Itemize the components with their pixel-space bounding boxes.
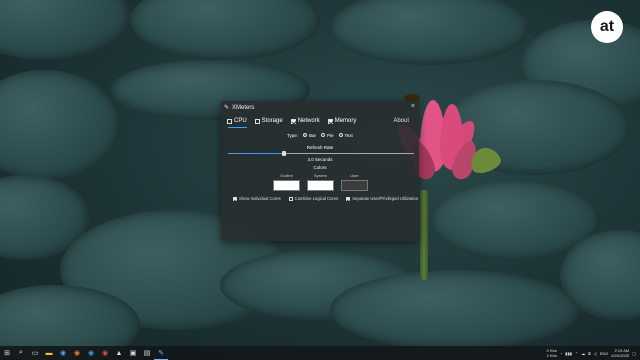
cpu-meter-icon[interactable]: ▮▮▮ <box>565 351 572 356</box>
language-indicator[interactable]: ENG <box>600 351 609 356</box>
slider-fill <box>228 153 284 154</box>
type-option-pie[interactable]: Pie <box>321 133 334 138</box>
window-title: XMeters <box>232 104 255 111</box>
separate-user-privileged-label: Separate User/Privileged Utilization <box>352 196 419 201</box>
file-explorer-icon[interactable]: ▬ <box>42 346 56 360</box>
xmeters-settings-window: ✎ XMeters × CPU Storage Network Memory A… <box>221 101 419 241</box>
store-icon[interactable]: ▤ <box>140 346 154 360</box>
slider-thumb[interactable] <box>281 151 286 156</box>
pie-radio[interactable] <box>321 133 326 137</box>
memory-meter-icon[interactable]: ◔ <box>560 351 562 356</box>
steam-icon[interactable]: ▲ <box>112 346 126 360</box>
type-selector: Type: Bar Pie Text <box>287 133 353 138</box>
swatch-system: System <box>307 173 334 191</box>
window-title-bar: ✎ XMeters <box>224 104 255 112</box>
tab-storage-label: Storage <box>261 118 283 124</box>
show-individual-cores-checkbox[interactable] <box>233 196 237 201</box>
edge-icon[interactable]: ◉ <box>84 346 98 360</box>
cpu-checkbox[interactable] <box>227 118 232 124</box>
refresh-rate-heading: Refresh Rate <box>306 145 334 150</box>
windows-icon[interactable]: ⊞ <box>0 346 14 360</box>
bar-label: Bar <box>309 133 317 138</box>
net-down-value: 2 Kbs <box>546 353 557 358</box>
system-tray: 0 Kbs 2 Kbs ◔ ▮▮▮ ⌃ ☁ ⌸ ◁ ENG 2:19 AM 6/… <box>547 346 636 360</box>
site-logo: at <box>591 11 623 43</box>
swatch-user-label: User <box>350 173 359 178</box>
clock-date: 6/24/2020 <box>611 353 630 358</box>
tab-cpu[interactable]: CPU <box>227 118 247 124</box>
cpu-options: Show Individual Cores Combine Logical Co… <box>233 196 418 201</box>
option-combine-logical-cores[interactable]: Combine Logical Cores <box>288 196 339 201</box>
taskbar: ⊞ ⌕ ▭ ▬ ◉ ◉ ◉ ◉ ▲ ▣ ▤ ✎ 0 Kbs 2 Kbs ◔ ▮▮… <box>0 346 640 360</box>
close-button[interactable]: × <box>411 103 415 110</box>
tab-network[interactable]: Network <box>290 118 320 124</box>
meter-tabs: CPU Storage Network Memory <box>227 118 356 124</box>
chevron-up-icon[interactable]: ⌃ <box>575 351 578 356</box>
notification-icon[interactable]: ▢ <box>632 351 636 356</box>
tab-cpu-label: CPU <box>234 118 247 124</box>
tab-memory-label: Memory <box>334 118 357 124</box>
user-color-button[interactable] <box>341 180 368 191</box>
firefox-icon[interactable]: ◉ <box>70 346 84 360</box>
separate-user-privileged-checkbox[interactable] <box>346 196 351 201</box>
text-label: Text <box>344 133 353 138</box>
swatch-user: User <box>341 173 368 191</box>
tab-memory[interactable]: Memory <box>327 118 357 124</box>
text-radio[interactable] <box>338 133 343 137</box>
type-option-bar[interactable]: Bar <box>303 133 316 138</box>
xmeters-app-icon: ✎ <box>224 105 230 111</box>
combine-logical-cores-label: Combine Logical Cores <box>294 196 339 201</box>
swatch-outline-label: Outline <box>280 173 293 178</box>
tab-network-label: Network <box>297 118 320 124</box>
colors-heading: Colors <box>313 165 327 170</box>
swatch-system-label: System <box>313 173 328 178</box>
bar-radio[interactable] <box>303 133 308 137</box>
cloud-icon[interactable]: ☁ <box>581 351 585 356</box>
combine-logical-cores-checkbox[interactable] <box>288 196 293 201</box>
clock[interactable]: 2:19 AM 6/24/2020 <box>611 348 629 358</box>
system-color-button[interactable] <box>307 180 334 191</box>
search-icon[interactable]: ⌕ <box>14 346 28 360</box>
volume-icon[interactable]: ◁ <box>594 351 597 356</box>
task-view-icon[interactable]: ▭ <box>28 346 42 360</box>
show-individual-cores-label: Show Individual Cores <box>239 196 281 201</box>
chrome-icon[interactable]: ◉ <box>98 346 112 360</box>
terminal-icon[interactable]: ▣ <box>126 346 140 360</box>
memory-checkbox[interactable] <box>327 118 333 124</box>
xmeters-icon[interactable]: ✎ <box>154 346 168 360</box>
network-checkbox[interactable] <box>290 118 296 124</box>
chrome-icon[interactable]: ◉ <box>56 346 70 360</box>
outline-color-button[interactable] <box>273 180 300 191</box>
network-icon[interactable]: ⌸ <box>588 351 590 356</box>
network-meter: 0 Kbs 2 Kbs <box>547 348 557 358</box>
type-label: Type: <box>287 133 299 138</box>
tab-storage[interactable]: Storage <box>254 118 283 124</box>
color-swatches: Outline System User <box>273 173 368 191</box>
type-option-text[interactable]: Text <box>338 133 353 138</box>
refresh-rate-value: 3.0 Seconds <box>307 157 333 162</box>
active-tab-indicator <box>228 127 247 128</box>
swatch-outline: Outline <box>273 173 300 191</box>
close-icon: × <box>410 103 415 110</box>
option-show-individual-cores[interactable]: Show Individual Cores <box>233 196 281 201</box>
storage-checkbox[interactable] <box>254 118 260 124</box>
logo-text: at <box>599 18 615 35</box>
refresh-rate-slider[interactable] <box>228 151 414 156</box>
pie-label: Pie <box>327 133 334 138</box>
option-separate-user-privileged[interactable]: Separate User/Privileged Utilization <box>346 196 418 201</box>
tab-about[interactable]: About <box>393 118 409 124</box>
